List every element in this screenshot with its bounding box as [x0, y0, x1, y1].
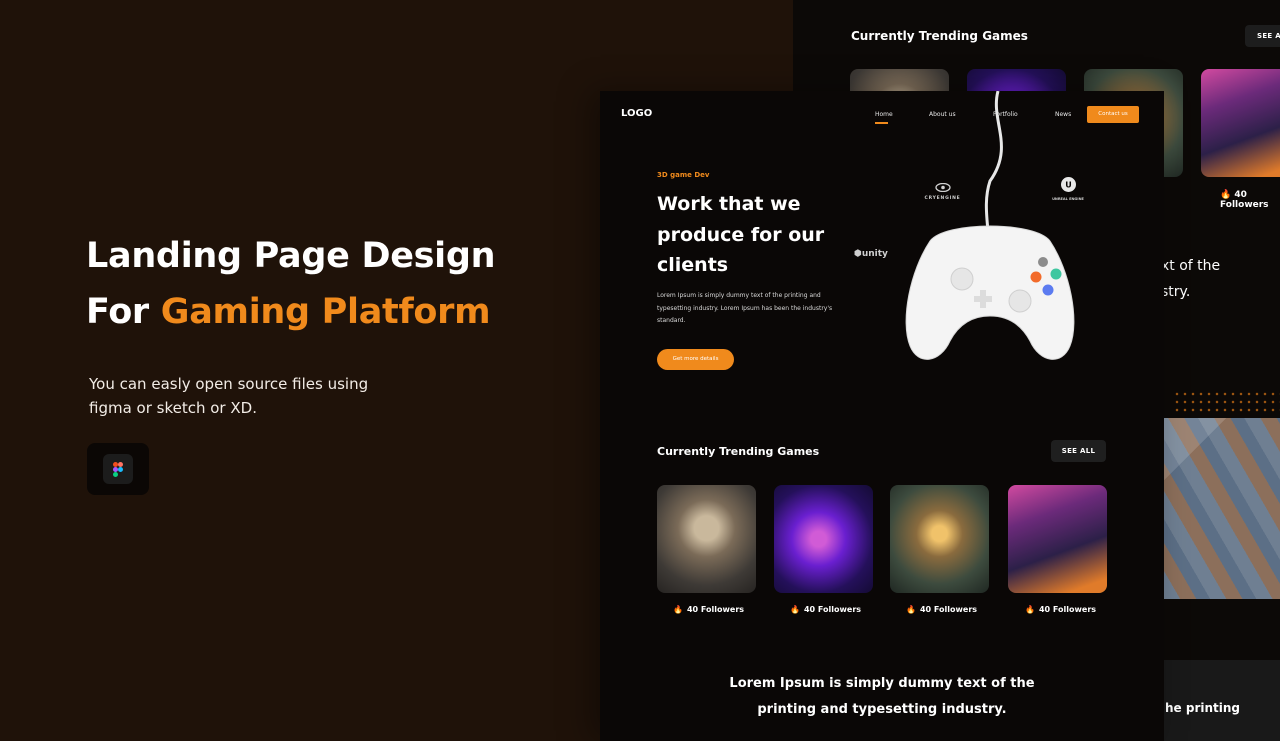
- followers-count-2: 🔥 40 Followers: [790, 605, 861, 614]
- headline-accent: Gaming Platform: [160, 292, 491, 332]
- back-partial-text-1: xt of the: [1161, 258, 1221, 274]
- followers-count-1: 🔥 40 Followers: [673, 605, 744, 614]
- unity-logo: ⬢unity: [854, 249, 888, 259]
- followers-label: 40 Followers: [1038, 605, 1097, 614]
- fire-icon: 🔥: [906, 605, 916, 614]
- headline-prefix: For: [86, 292, 149, 332]
- fire-icon: 🔥: [1220, 190, 1232, 200]
- followers-count-4: 🔥 40 Followers: [1025, 605, 1096, 614]
- hero-description: Lorem Ipsum is simply dummy text of the …: [657, 292, 833, 324]
- bottom-line-1: Lorem Ipsum is simply dummy text of the: [729, 676, 1035, 691]
- back-see-all-button[interactable]: SEE A: [1245, 25, 1280, 47]
- promo-description: You can easly open source files using fi…: [89, 372, 389, 420]
- contact-us-button[interactable]: Contact us: [1087, 106, 1139, 123]
- button-y-icon: [1038, 257, 1048, 267]
- promo-description-line-1: You can easly open source files using: [89, 375, 369, 393]
- dpad-vertical: [980, 290, 986, 308]
- game-card-4[interactable]: [1008, 485, 1107, 593]
- headline-line-2: For Gaming Platform: [86, 284, 495, 340]
- fire-icon: 🔥: [790, 605, 800, 614]
- bottom-line-2: printing and typesetting industry.: [757, 702, 1007, 717]
- bottom-statement: Lorem Ipsum is simply dummy text of the …: [600, 671, 1164, 723]
- get-more-details-button[interactable]: Get more details: [657, 349, 734, 370]
- left-thumbstick-icon: [950, 267, 974, 291]
- back-partial-text-3: he printing: [1165, 701, 1241, 715]
- trending-section-title: Currently Trending Games: [657, 445, 820, 458]
- back-partial-text-2: stry.: [1161, 284, 1191, 300]
- button-a-icon: [1042, 284, 1054, 296]
- back-game-card[interactable]: [1201, 69, 1280, 177]
- controller-cable: [984, 91, 1003, 232]
- headline-line-1: Landing Page Design: [86, 236, 496, 276]
- back-section-title: Currently Trending Games: [851, 29, 1028, 43]
- figma-app-tile[interactable]: [87, 443, 149, 495]
- decorative-dot-grid: [1173, 390, 1280, 414]
- unity-label: unity: [861, 249, 888, 259]
- fire-icon: 🔥: [1025, 605, 1035, 614]
- game-controller-illustration: [905, 91, 1075, 360]
- see-all-button[interactable]: SEE ALL: [1051, 440, 1106, 462]
- button-x-icon: [1030, 271, 1042, 283]
- right-thumbstick-icon: [1008, 289, 1032, 313]
- button-b-icon: [1050, 268, 1062, 280]
- city-image: [1164, 418, 1280, 599]
- site-logo[interactable]: LOGO: [621, 108, 652, 119]
- front-mockup: LOGO Home About us Portfolio News Contac…: [600, 91, 1164, 741]
- followers-count-3: 🔥 40 Followers: [906, 605, 977, 614]
- game-card-1[interactable]: [657, 485, 756, 593]
- game-card-2[interactable]: [774, 485, 873, 593]
- game-card-3[interactable]: [890, 485, 989, 593]
- followers-label: 40 Followers: [686, 605, 745, 614]
- promo-headline: Landing Page Design For Gaming Platform: [86, 228, 496, 340]
- fire-icon: 🔥: [673, 605, 683, 614]
- hero-tag: 3D game Dev: [657, 171, 710, 179]
- figma-icon: [103, 454, 133, 484]
- hero-title: Work that we produce for our clients: [657, 193, 825, 276]
- back-followers: 🔥 40 Followers: [1220, 190, 1280, 210]
- followers-label: 40 Followers: [803, 605, 862, 614]
- promo-description-line-2: figma or sketch or XD.: [89, 399, 257, 417]
- followers-label: 40 Followers: [919, 605, 978, 614]
- unity-icon: ⬢: [854, 249, 862, 259]
